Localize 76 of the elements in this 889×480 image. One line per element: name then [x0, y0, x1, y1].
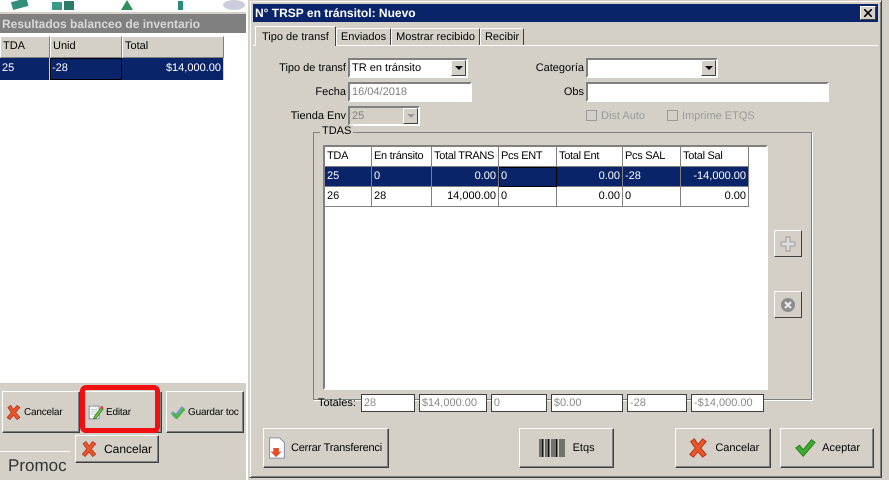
dropdown[interactable]	[586, 58, 718, 78]
table-cell: 25	[0, 58, 50, 80]
tab[interactable]: Recibir	[480, 28, 524, 45]
field-label: Categoría	[534, 62, 584, 74]
toolbar-icon[interactable]	[52, 0, 76, 11]
totals-label: Totales:	[318, 397, 356, 409]
close-button[interactable]	[860, 6, 876, 20]
checkbox-label: Dist Auto	[601, 110, 646, 122]
table-cell: 0.00	[432, 167, 499, 187]
input-field[interactable]	[586, 82, 829, 102]
tab[interactable]: Promoc	[0, 451, 70, 479]
cross-icon	[687, 437, 710, 459]
notepad-pencil-icon	[87, 404, 104, 420]
table-row[interactable]: 26 28 14,000.00 0 0.00 0 0.00	[325, 187, 766, 207]
table-cell: -14,000.00	[681, 167, 749, 187]
table-cell: $14,000.00	[122, 58, 224, 80]
table-cell: 0.00	[557, 187, 623, 207]
group-title: TDAS	[320, 125, 354, 137]
toolbar-icon[interactable]	[175, 0, 185, 11]
table-cell: 0.00	[681, 187, 749, 207]
close-icon	[864, 9, 872, 17]
labels-button[interactable]: Etqs	[518, 428, 614, 468]
document-arrow-icon	[266, 437, 288, 459]
field-label: Obs	[562, 86, 584, 98]
checkmark-icon	[169, 404, 186, 420]
table-cell: 14,000.00	[432, 187, 499, 207]
field-label: Tipo de transf	[278, 62, 346, 74]
column-header[interactable]: TDA	[0, 36, 50, 58]
accept-button[interactable]: Aceptar	[780, 428, 874, 468]
total-field: 0	[490, 394, 547, 412]
cross-icon	[5, 404, 22, 420]
dropdown-arrow-icon	[406, 114, 414, 118]
remove-circle-icon	[780, 296, 796, 312]
table-cell: 28	[372, 187, 432, 207]
table-cell: 0	[499, 187, 557, 207]
field-label: Tienda Env	[290, 110, 346, 122]
dropdown-arrow-icon	[454, 66, 462, 70]
barcode-icon	[538, 439, 565, 457]
table-cell: 25	[325, 167, 372, 187]
table-row[interactable]: 25 0 0.00 0 0.00 -28 -14,000.00	[325, 167, 766, 187]
cancel-button[interactable]: Cancelar	[2, 391, 80, 433]
dropdown-arrow-icon	[704, 66, 712, 70]
total-field: -$14,000.00	[690, 394, 764, 412]
checkmark-icon	[794, 437, 816, 459]
toolbar-icon[interactable]	[10, 0, 30, 11]
table-cell: -28	[50, 58, 122, 80]
field-label: Fecha	[314, 86, 346, 98]
remove-button[interactable]	[774, 291, 802, 318]
save-button[interactable]: Guardar toc	[166, 391, 244, 433]
total-field: $0.00	[550, 394, 623, 412]
cancel-button[interactable]: Cancelar	[675, 428, 772, 468]
table-cell: 0	[499, 167, 557, 187]
total-field: 28	[360, 394, 415, 412]
table-row[interactable]: 25 -28 $14,000.00	[0, 58, 246, 80]
checkbox-label: Imprime ETQS	[682, 110, 755, 122]
toolbar-icon[interactable]	[120, 0, 134, 11]
tab[interactable]: Tipo de transf	[255, 26, 336, 46]
column-header[interactable]: Total	[122, 36, 224, 58]
window-title: N° TRSP en tránsitol: Nuevo	[255, 6, 416, 20]
total-field: $14,000.00	[418, 394, 487, 412]
table-cell: -28	[623, 167, 681, 187]
tab[interactable]: Mostrar recibido	[391, 28, 480, 45]
table-cell: 0.00	[557, 167, 623, 187]
close-transfer-button[interactable]: Cerrar Transferenci	[263, 428, 389, 468]
table-cell: 26	[325, 187, 372, 207]
tab[interactable]: Enviados	[336, 28, 392, 45]
total-field: -28	[626, 394, 687, 412]
table-cell: 0	[372, 167, 432, 187]
column-header[interactable]: Unid	[50, 36, 122, 58]
add-button[interactable]	[774, 230, 802, 257]
cancel-button[interactable]: Cancelar	[75, 435, 159, 463]
table-cell: 0	[623, 187, 681, 207]
cross-icon	[80, 440, 98, 458]
dropdown[interactable]: TR en tránsito	[348, 58, 468, 78]
panel-title: Resultados balanceo de inventario	[0, 14, 246, 33]
plus-icon	[780, 236, 796, 252]
